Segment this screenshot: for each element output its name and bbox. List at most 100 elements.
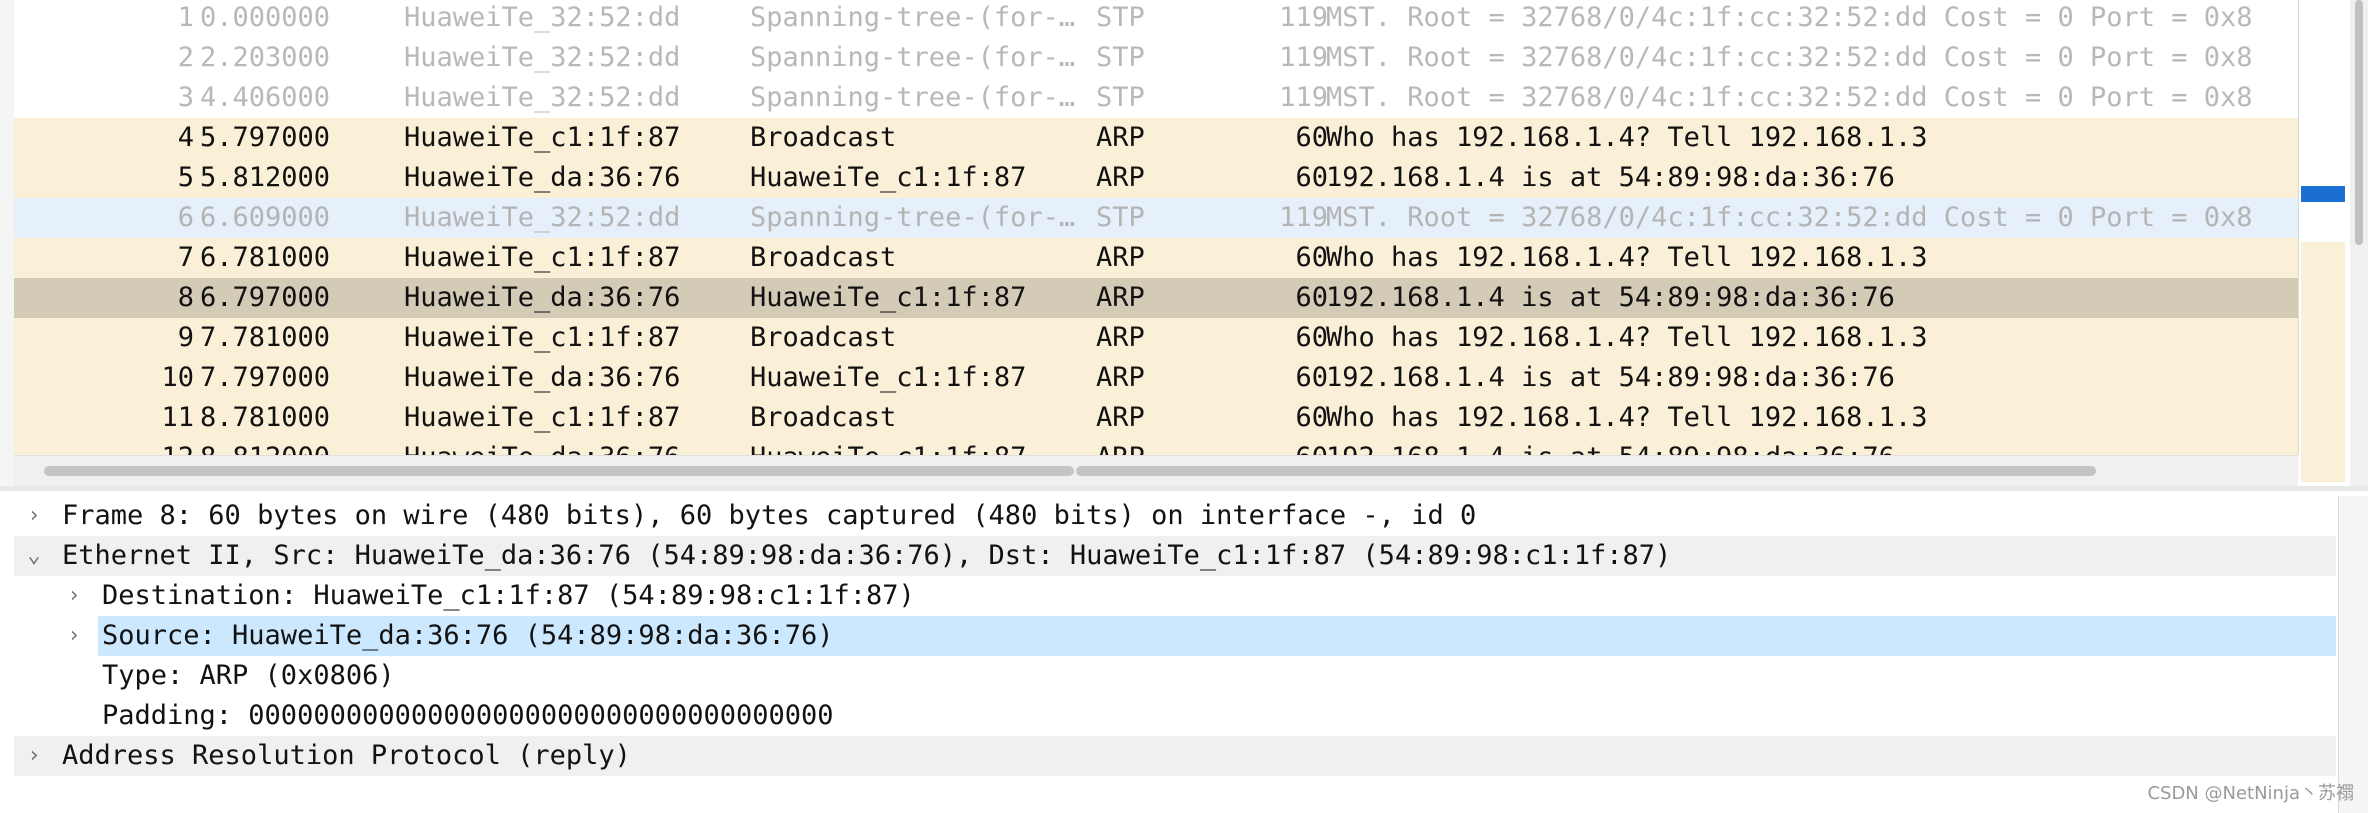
packet-time-cell: 5.797000 <box>200 122 331 153</box>
packet-no-cell: 5 <box>177 162 194 193</box>
pane-splitter[interactable] <box>0 486 2368 491</box>
packet-destination-cell: Broadcast <box>750 402 897 433</box>
packet-length-cell: 60 <box>1088 438 1328 455</box>
detail-node-label: Source: HuaweiTe_da:36:76 (54:89:98:da:3… <box>98 616 2336 656</box>
packet-info-cell: 192.168.1.4 is at 54:89:98:da:36:76 <box>1326 362 1895 393</box>
packet-row[interactable]: 6 6.609000 HuaweiTe_32:52:dd Spanning-tree-… <box>14 198 2298 238</box>
packet-list[interactable]: 1 0.000000 HuaweiTe_32:52:dd Spanning-tree-… <box>14 0 2298 455</box>
packet-info-cell: 192.168.1.4 is at 54:89:98:da:36:76 <box>1326 282 1895 313</box>
packet-destination-cell: HuaweiTe_c1:1f:87 <box>750 282 1027 313</box>
packet-time-cell: 6.609000 <box>200 202 331 233</box>
minimap-marker <box>2301 82 2345 122</box>
horizontal-scroll-thumb-left[interactable] <box>44 466 1074 476</box>
packet-time-cell: 4.406000 <box>200 82 331 113</box>
packet-row[interactable]: 9 7.781000 HuaweiTe_c1:1f:87 Broadcast ARP 60… <box>14 318 2298 358</box>
packet-time-cell: 8.781000 <box>200 402 331 433</box>
packet-info-cell: 192.168.1.4 is at 54:89:98:da:36:76 <box>1326 438 1895 455</box>
detail-node[interactable]: › Destination: HuaweiTe_c1:1f:87 (54:89:9… <box>14 576 2336 616</box>
packet-source-cell: HuaweiTe_32:52:dd <box>404 42 681 73</box>
packet-row[interactable]: 2 2.203000 HuaweiTe_32:52:dd Spanning-tree-… <box>14 38 2298 78</box>
packet-no-cell: 4 <box>177 122 194 153</box>
packet-no-cell: 8 <box>177 282 194 313</box>
minimap-marker <box>2301 442 2345 482</box>
vertical-scroll-thumb[interactable] <box>2355 0 2363 245</box>
packet-no-cell: 7 <box>177 242 194 273</box>
packet-length-cell: 119 <box>1279 2 1328 33</box>
packet-row[interactable]: 5 5.812000 HuaweiTe_da:36:76 HuaweiTe_c1:1f… <box>14 158 2298 198</box>
detail-node[interactable]: Type: ARP (0x0806) <box>14 656 2336 696</box>
packet-info-cell: Who has 192.168.1.4? Tell 192.168.1.3 <box>1326 402 1928 433</box>
packet-no-cell: 12 <box>14 438 194 455</box>
packet-source-cell: HuaweiTe_da:36:76 <box>404 438 680 455</box>
minimap-marker <box>2301 202 2345 242</box>
packet-info-cell: 192.168.1.4 is at 54:89:98:da:36:76 <box>1326 162 1895 193</box>
detail-node[interactable]: ⌄ Ethernet II, Src: HuaweiTe_da:36:76 (54… <box>14 536 2336 576</box>
packet-destination-cell: HuaweiTe_c1:1f:87 <box>750 438 1026 455</box>
packet-list-vertical-scrollbar[interactable] <box>2350 0 2368 490</box>
packet-row[interactable]: 11 8.781000 HuaweiTe_c1:1f:87 Broadcast ARP 6… <box>14 398 2298 438</box>
packet-time-cell: 6.781000 <box>200 242 331 273</box>
packet-time-cell: 2.203000 <box>200 42 331 73</box>
packet-length-cell: 60 <box>1295 402 1328 433</box>
packet-time-cell: 6.797000 <box>200 282 331 313</box>
packet-source-cell: HuaweiTe_c1:1f:87 <box>404 322 681 353</box>
packet-source-cell: HuaweiTe_c1:1f:87 <box>404 242 681 273</box>
chevron-down-icon[interactable]: ⌄ <box>24 536 44 576</box>
packet-info-cell: Who has 192.168.1.4? Tell 192.168.1.3 <box>1326 122 1928 153</box>
packet-destination-cell: Broadcast <box>750 322 897 353</box>
packet-length-cell: 60 <box>1295 162 1328 193</box>
detail-node-label: Frame 8: 60 bytes on wire (480 bits), 60… <box>62 500 1477 531</box>
minimap-marker <box>2301 242 2345 282</box>
packet-list-minimap[interactable] <box>2298 0 2347 482</box>
minimap-marker <box>2301 2 2345 42</box>
packet-source-cell: HuaweiTe_32:52:dd <box>404 2 681 33</box>
packet-no-cell: 3 <box>177 82 194 113</box>
packet-destination-cell: Spanning-tree-(for-… <box>750 2 1076 33</box>
packet-info-cell: Who has 192.168.1.4? Tell 192.168.1.3 <box>1326 242 1928 273</box>
packet-info-cell: Who has 192.168.1.4? Tell 192.168.1.3 <box>1326 322 1928 353</box>
packet-row[interactable]: 8 6.797000 HuaweiTe_da:36:76 HuaweiTe_c1:1f… <box>14 278 2298 318</box>
packet-info-cell: MST. Root = 32768/0/4c:1f:cc:32:52:dd Co… <box>1326 42 2253 73</box>
packet-no-cell: 6 <box>177 202 194 233</box>
packet-length-cell: 119 <box>1279 202 1328 233</box>
packet-no-cell: 2 <box>177 42 194 73</box>
packet-row[interactable]: 10 7.797000 HuaweiTe_da:36:76 HuaweiTe_c1:1… <box>14 358 2298 398</box>
chevron-right-icon[interactable]: › <box>64 576 84 616</box>
detail-node[interactable]: Padding: 0000000000000000000000000000000… <box>14 696 2336 736</box>
packet-time-cell: 5.812000 <box>200 162 331 193</box>
minimap-marker <box>2301 282 2345 322</box>
detail-node[interactable]: › Frame 8: 60 bytes on wire (480 bits), 6… <box>14 496 2336 536</box>
detail-node-label: Padding: 0000000000000000000000000000000… <box>102 700 834 731</box>
packet-info-cell: MST. Root = 32768/0/4c:1f:cc:32:52:dd Co… <box>1326 2 2253 33</box>
packet-length-cell: 119 <box>1279 82 1328 113</box>
packet-row[interactable]: 4 5.797000 HuaweiTe_c1:1f:87 Broadcast ARP 60… <box>14 118 2298 158</box>
packet-destination-cell: HuaweiTe_c1:1f:87 <box>750 362 1027 393</box>
packet-length-cell: 60 <box>1295 242 1328 273</box>
packet-time-cell: 8.812000 <box>200 438 330 455</box>
minimap-marker <box>2301 322 2345 362</box>
packet-row[interactable]: 3 4.406000 HuaweiTe_32:52:dd Spanning-tree-… <box>14 78 2298 118</box>
packet-source-cell: HuaweiTe_32:52:dd <box>404 82 681 113</box>
packet-destination-cell: Spanning-tree-(for-… <box>750 202 1076 233</box>
packet-source-cell: HuaweiTe_c1:1f:87 <box>404 122 681 153</box>
packet-destination-cell: HuaweiTe_c1:1f:87 <box>750 162 1027 193</box>
chevron-right-icon[interactable]: › <box>24 496 44 536</box>
horizontal-scroll-thumb-right[interactable] <box>1076 466 2096 476</box>
packet-row[interactable]: 12 8.812000 HuaweiTe_da:36:76 HuaweiTe_c1:1… <box>14 438 2298 455</box>
packet-source-cell: HuaweiTe_da:36:76 <box>404 162 681 193</box>
packet-destination-cell: Broadcast <box>750 122 897 153</box>
detail-node[interactable]: › Address Resolution Protocol (reply) <box>14 736 2336 776</box>
packet-row[interactable]: 7 6.781000 HuaweiTe_c1:1f:87 Broadcast ARP 60… <box>14 238 2298 278</box>
chevron-right-icon[interactable]: › <box>64 616 84 656</box>
detail-node[interactable]: › Source: HuaweiTe_da:36:76 (54:89:98:da:… <box>14 616 2336 656</box>
packet-no-cell: 11 <box>161 402 194 433</box>
packet-details-tree[interactable]: › Frame 8: 60 bytes on wire (480 bits), 6… <box>14 496 2336 806</box>
packet-list-horizontal-scrollbar[interactable] <box>14 455 2298 486</box>
watermark: CSDN @NetNinja丶苏禤 <box>2147 783 2354 804</box>
chevron-right-icon[interactable]: › <box>24 736 44 776</box>
packet-destination-cell: Broadcast <box>750 242 897 273</box>
packet-source-cell: HuaweiTe_c1:1f:87 <box>404 402 681 433</box>
packet-source-cell: HuaweiTe_32:52:dd <box>404 202 681 233</box>
details-scroll-gutter <box>2338 496 2368 813</box>
packet-row[interactable]: 1 0.000000 HuaweiTe_32:52:dd Spanning-tree-… <box>14 0 2298 38</box>
